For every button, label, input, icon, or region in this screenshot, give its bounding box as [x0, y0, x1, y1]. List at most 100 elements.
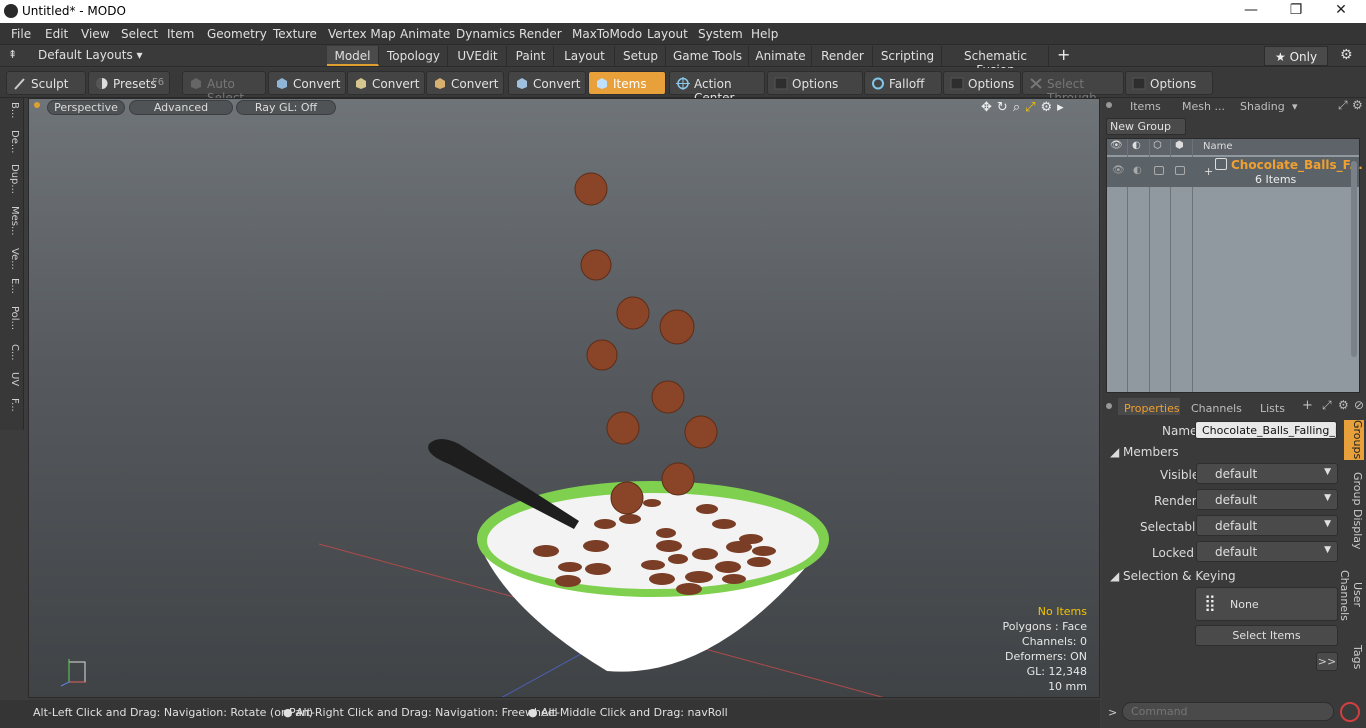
tab-animate[interactable]: Animate: [750, 46, 812, 66]
3d-viewport[interactable]: Perspective Advanced Ray GL: Off ✥↻⌕⤢⚙▸ …: [28, 98, 1100, 698]
left-tab-edge[interactable]: E...: [4, 278, 20, 294]
side-tab-group-display[interactable]: Group Display: [1344, 472, 1364, 550]
presets-button[interactable]: Presets F6: [88, 71, 170, 95]
menu-geometry[interactable]: Geometry: [207, 27, 267, 41]
left-tab-curve[interactable]: C...: [4, 344, 20, 361]
lock-column-icon[interactable]: ⬢: [1175, 140, 1184, 151]
select-column-icon[interactable]: ⬡: [1153, 140, 1162, 151]
locked-dropdown[interactable]: default ▼: [1196, 541, 1338, 562]
side-tab-user-channels[interactable]: User Channels: [1338, 556, 1364, 634]
left-tab-duplicate[interactable]: Dup...: [4, 164, 20, 194]
tab-channels[interactable]: Channels: [1191, 402, 1242, 415]
groups-list[interactable]: 👁 ◐ ⬡ ⬢ Name 👁 ◐ + Chocolate_Balls_F... …: [1106, 138, 1363, 393]
left-tab-basic[interactable]: B...: [4, 102, 20, 118]
side-tab-tags[interactable]: Tags: [1344, 640, 1364, 674]
left-tab-mesh[interactable]: Mes...: [4, 206, 20, 236]
tab-game-tools[interactable]: Game Tools: [667, 46, 749, 66]
convert-button-4[interactable]: Convert: [508, 71, 586, 95]
name-column-header[interactable]: Name: [1203, 141, 1233, 152]
group-row[interactable]: 👁 ◐ + Chocolate_Balls_F... 6 Items: [1107, 157, 1363, 187]
tab-model[interactable]: Model: [327, 46, 379, 66]
tab-scripting[interactable]: Scripting: [874, 46, 942, 66]
tab-render[interactable]: Render: [813, 46, 873, 66]
selectable-dropdown[interactable]: default ▼: [1196, 515, 1338, 536]
panel-close-icon[interactable]: ⊘: [1354, 398, 1364, 412]
menu-help[interactable]: Help: [751, 27, 778, 41]
eye-icon[interactable]: 👁: [1112, 165, 1125, 176]
tab-schematic-fusion[interactable]: Schematic Fusion: [943, 46, 1049, 77]
convert-button-2[interactable]: Convert: [347, 71, 425, 95]
expand-icon[interactable]: ⤢: [1338, 98, 1348, 113]
auto-select-button[interactable]: Auto Select: [182, 71, 266, 105]
panel-settings-icon[interactable]: ⚙: [1338, 398, 1349, 412]
tab-lists[interactable]: Lists: [1260, 402, 1285, 415]
menu-texture[interactable]: Texture: [273, 27, 317, 41]
options-button-2[interactable]: Options: [943, 71, 1021, 95]
tab-setup[interactable]: Setup: [616, 46, 666, 66]
minimize-button[interactable]: —: [1236, 2, 1266, 20]
menu-maxtomodo[interactable]: MaxToModo: [572, 27, 642, 41]
members-section[interactable]: ◢ Members: [1110, 445, 1179, 459]
sculpt-button[interactable]: Sculpt: [6, 71, 86, 95]
visible-dropdown[interactable]: default ▼: [1196, 463, 1338, 484]
gear-icon[interactable]: ⚙: [1340, 47, 1353, 63]
layout-selector[interactable]: Default Layouts ▾: [38, 48, 143, 62]
command-input[interactable]: [1122, 702, 1334, 721]
keying-none-button[interactable]: ⣿ None: [1195, 587, 1338, 621]
more-button[interactable]: >>: [1316, 652, 1338, 671]
panel-settings-icon[interactable]: ⚙: [1352, 98, 1363, 112]
expand-group-icon[interactable]: +: [1204, 165, 1213, 178]
tab-mesh[interactable]: Mesh ...: [1182, 100, 1225, 113]
items-mode-button[interactable]: Items: [588, 71, 666, 95]
falloff-button[interactable]: Falloff: [864, 71, 942, 95]
convert-button-1[interactable]: Convert: [268, 71, 346, 95]
tab-topology[interactable]: Topology: [380, 46, 448, 66]
select-toggle-icon[interactable]: [1154, 166, 1164, 175]
record-macro-icon[interactable]: [1340, 702, 1360, 722]
render-dropdown[interactable]: default ▼: [1196, 489, 1338, 510]
menu-layout[interactable]: Layout: [647, 27, 688, 41]
tab-layout[interactable]: Layout: [555, 46, 615, 66]
menu-view[interactable]: View: [81, 27, 109, 41]
render-toggle-icon[interactable]: ◐: [1133, 165, 1142, 176]
options-button-1[interactable]: Options: [767, 71, 863, 95]
visibility-column-icon[interactable]: 👁: [1110, 140, 1123, 151]
left-tab-fusion[interactable]: F...: [4, 398, 20, 412]
group-name[interactable]: Chocolate_Balls_F...: [1231, 158, 1363, 172]
left-tab-uv[interactable]: UV: [4, 372, 20, 386]
menu-render[interactable]: Render: [519, 27, 562, 41]
menu-vertex-map[interactable]: Vertex Map: [328, 27, 396, 41]
convert-button-3[interactable]: Convert: [426, 71, 504, 95]
tab-paint[interactable]: Paint: [508, 46, 554, 66]
new-group-button[interactable]: New Group: [1106, 118, 1186, 135]
options-button-3[interactable]: Options: [1125, 71, 1213, 95]
select-items-button[interactable]: Select Items: [1195, 625, 1338, 646]
left-tab-deform[interactable]: De...: [4, 130, 20, 153]
expand-icon[interactable]: ⤢: [1322, 398, 1332, 413]
lock-toggle-icon[interactable]: [1175, 166, 1185, 175]
menu-file[interactable]: File: [11, 27, 31, 41]
menu-system[interactable]: System: [698, 27, 743, 41]
left-tab-polygon[interactable]: Pol...: [4, 306, 20, 330]
tab-properties[interactable]: Properties: [1124, 402, 1180, 415]
tab-shading[interactable]: Shading: [1240, 100, 1285, 113]
tab-uvedit[interactable]: UVEdit: [449, 46, 507, 66]
render-column-icon[interactable]: ◐: [1132, 140, 1141, 151]
menu-item[interactable]: Item: [167, 27, 194, 41]
menu-edit[interactable]: Edit: [45, 27, 68, 41]
tab-items[interactable]: Items: [1130, 100, 1161, 113]
select-through-button[interactable]: Select Through: [1022, 71, 1124, 105]
left-tab-vertex[interactable]: Ve...: [4, 248, 20, 270]
add-layout-button[interactable]: +: [1057, 45, 1070, 64]
list-scrollbar[interactable]: [1351, 161, 1357, 357]
action-center-button[interactable]: Action Center: [669, 71, 765, 105]
close-button[interactable]: ✕: [1326, 2, 1356, 20]
tab-menu-arrow-icon[interactable]: ▾: [1292, 100, 1298, 113]
add-tab-icon[interactable]: +: [1302, 398, 1313, 413]
menu-animate[interactable]: Animate: [400, 27, 450, 41]
group-name-field[interactable]: Chocolate_Balls_Falling_into: [1195, 421, 1337, 439]
layouts-menu-icon[interactable]: ⇞: [8, 48, 17, 61]
menu-select[interactable]: Select: [121, 27, 158, 41]
side-tab-groups[interactable]: Groups: [1344, 420, 1364, 460]
restore-button[interactable]: ❐: [1281, 2, 1311, 20]
